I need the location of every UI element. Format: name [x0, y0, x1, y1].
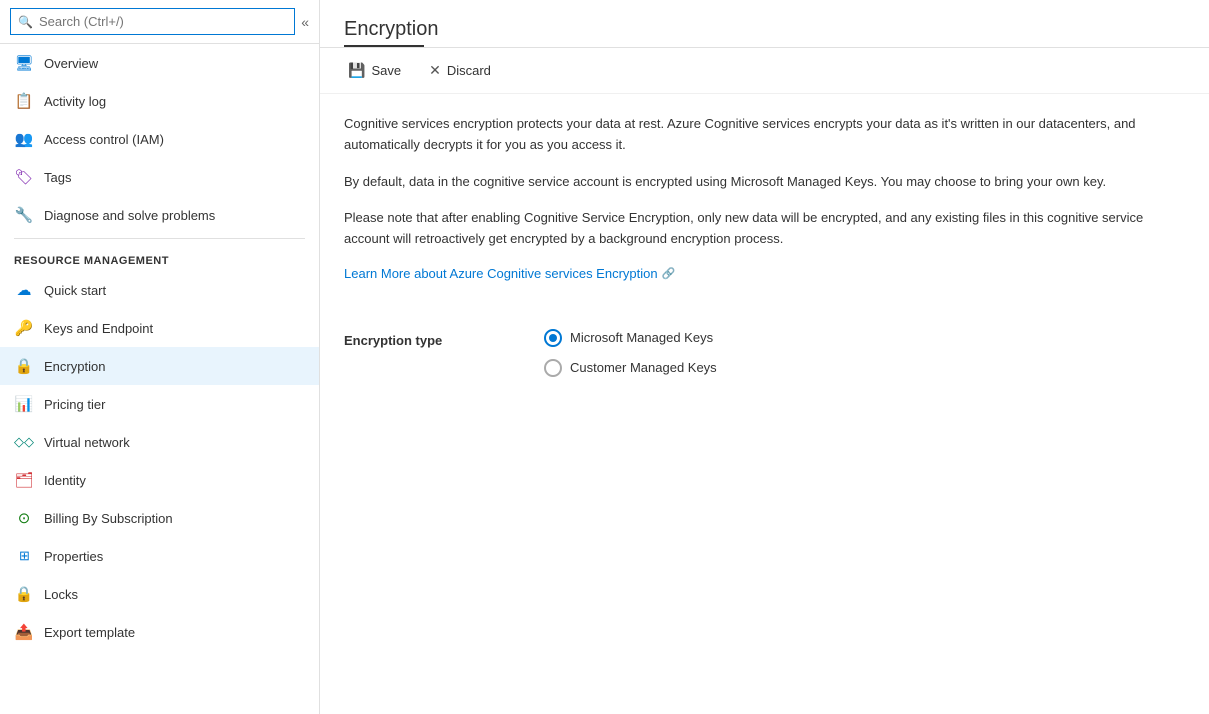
sidebar-item-properties[interactable]: ⊞ Properties — [0, 537, 319, 575]
sidebar-item-overview[interactable]: 🖥 Overview — [0, 44, 319, 82]
pricing-tier-icon: 📊 — [14, 394, 34, 414]
sidebar-item-label: Activity log — [44, 94, 106, 109]
encryption-type-label: Encryption type — [344, 329, 504, 348]
encryption-icon: 🔒 — [14, 356, 34, 376]
sidebar-item-tags[interactable]: 🏷 Tags — [0, 158, 319, 196]
description-3: Please note that after enabling Cognitiv… — [344, 208, 1164, 250]
properties-icon: ⊞ — [14, 546, 34, 566]
diagnose-icon: 🔧 — [14, 205, 34, 225]
sidebar-item-locks[interactable]: 🔒 Locks — [0, 575, 319, 613]
sidebar-item-label: Pricing tier — [44, 397, 105, 412]
resource-management-header: RESOURCE MANAGEMENT — [0, 243, 319, 271]
divider — [14, 238, 305, 239]
sidebar-item-label: Keys and Endpoint — [44, 321, 153, 336]
sidebar-item-label: Diagnose and solve problems — [44, 208, 215, 223]
learn-more-link[interactable]: Learn More about Azure Cognitive service… — [344, 266, 675, 281]
virtual-network-icon: ◇◇ — [14, 432, 34, 452]
sidebar-item-label: Export template — [44, 625, 135, 640]
description-2: By default, data in the cognitive servic… — [344, 172, 1164, 193]
sidebar-item-identity[interactable]: 🗂 Identity — [0, 461, 319, 499]
discard-label: Discard — [447, 63, 491, 78]
page-header: Encryption — [320, 0, 1209, 48]
radio-microsoft-managed-input[interactable] — [544, 329, 562, 347]
sidebar-item-diagnose[interactable]: 🔧 Diagnose and solve problems — [0, 196, 319, 234]
search-icon: 🔍 — [18, 15, 33, 29]
tags-icon: 🏷 — [14, 167, 34, 187]
access-control-icon: 👥 — [14, 129, 34, 149]
sidebar-item-label: Overview — [44, 56, 98, 71]
sidebar-item-label: Properties — [44, 549, 103, 564]
quick-start-icon: ☁ — [14, 280, 34, 300]
search-bar: 🔍 « — [0, 0, 319, 44]
keys-endpoint-icon: 🔑 — [14, 318, 34, 338]
identity-icon: 🗂 — [14, 470, 34, 490]
discard-button[interactable]: ✕ Discard — [425, 60, 495, 81]
export-template-icon: 📤 — [14, 622, 34, 642]
billing-icon: ⊙ — [14, 508, 34, 528]
radio-customer-managed-label: Customer Managed Keys — [570, 360, 717, 375]
sidebar-item-label: Encryption — [44, 359, 105, 374]
sidebar-item-label: Identity — [44, 473, 86, 488]
sidebar-item-export-template[interactable]: 📤 Export template — [0, 613, 319, 651]
sidebar-item-label: Access control (IAM) — [44, 132, 164, 147]
content-body: Cognitive services encryption protects y… — [320, 94, 1209, 397]
sidebar-item-label: Virtual network — [44, 435, 130, 450]
sidebar-item-label: Locks — [44, 587, 78, 602]
sidebar-item-encryption[interactable]: 🔒 Encryption — [0, 347, 319, 385]
sidebar-item-virtual-network[interactable]: ◇◇ Virtual network — [0, 423, 319, 461]
activity-log-icon: 📋 — [14, 91, 34, 111]
toolbar: 💾 Save ✕ Discard — [320, 48, 1209, 94]
sidebar-item-label: Tags — [44, 170, 71, 185]
save-label: Save — [371, 63, 401, 78]
save-icon: 💾 — [348, 62, 365, 79]
search-input[interactable] — [10, 8, 295, 35]
locks-icon: 🔒 — [14, 584, 34, 604]
collapse-button[interactable]: « — [301, 14, 309, 30]
learn-more-text: Learn More about Azure Cognitive service… — [344, 266, 658, 281]
main-content: Encryption 💾 Save ✕ Discard Cognitive se… — [320, 0, 1209, 714]
page-title-underline — [344, 45, 424, 47]
radio-customer-managed[interactable]: Customer Managed Keys — [544, 359, 717, 377]
description-1: Cognitive services encryption protects y… — [344, 114, 1164, 156]
sidebar-item-billing[interactable]: ⊙ Billing By Subscription — [0, 499, 319, 537]
sidebar-item-activity-log[interactable]: 📋 Activity log — [0, 82, 319, 120]
radio-microsoft-managed[interactable]: Microsoft Managed Keys — [544, 329, 717, 347]
sidebar-item-label: Billing By Subscription — [44, 511, 173, 526]
nav-items: 🖥 Overview 📋 Activity log 👥 Access contr… — [0, 44, 319, 714]
save-button[interactable]: 💾 Save — [344, 60, 405, 81]
radio-group: Microsoft Managed Keys Customer Managed … — [544, 329, 717, 377]
page-title: Encryption — [344, 18, 1185, 41]
sidebar-item-keys-endpoint[interactable]: 🔑 Keys and Endpoint — [0, 309, 319, 347]
encryption-type-section: Encryption type Microsoft Managed Keys C… — [344, 329, 1185, 377]
sidebar-item-quick-start[interactable]: ☁ Quick start — [0, 271, 319, 309]
external-link-icon: 🔗 — [662, 267, 676, 280]
radio-customer-managed-input[interactable] — [544, 359, 562, 377]
overview-icon: 🖥 — [14, 53, 34, 73]
radio-microsoft-managed-label: Microsoft Managed Keys — [570, 330, 713, 345]
sidebar: 🔍 « 🖥 Overview 📋 Activity log 👥 Access c… — [0, 0, 320, 714]
discard-icon: ✕ — [429, 62, 441, 79]
sidebar-item-pricing-tier[interactable]: 📊 Pricing tier — [0, 385, 319, 423]
sidebar-item-label: Quick start — [44, 283, 106, 298]
sidebar-item-access-control[interactable]: 👥 Access control (IAM) — [0, 120, 319, 158]
